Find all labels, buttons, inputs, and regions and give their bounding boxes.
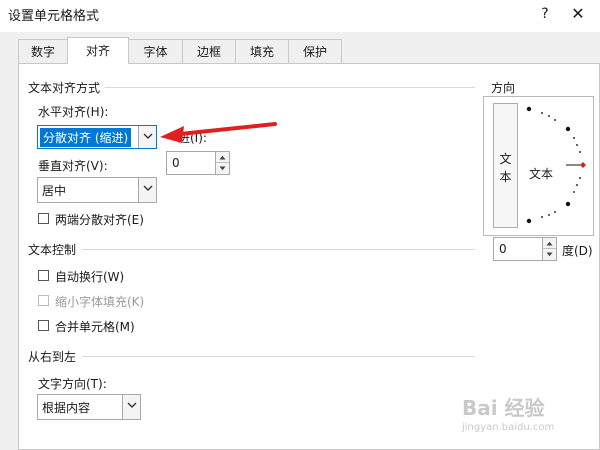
- section-right-to-left: 从右到左: [28, 350, 77, 364]
- indent-value: 0: [172, 156, 180, 170]
- merge-cells-label: 合并单元格(M): [55, 320, 135, 334]
- spin-up-icon[interactable]: [215, 152, 229, 163]
- wrap-text-label: 自动换行(W): [55, 270, 125, 284]
- help-button[interactable]: ?: [535, 4, 555, 24]
- section-text-alignment: 文本对齐方式: [28, 81, 101, 95]
- spin-down-icon[interactable]: [215, 163, 229, 174]
- tab-number[interactable]: 数字: [18, 39, 68, 63]
- section-divider: [82, 356, 475, 357]
- spin-down-icon[interactable]: [542, 249, 556, 260]
- justify-distributed-label: 两端分散对齐(E): [55, 213, 144, 227]
- text-direction-label: 文字方向(T):: [38, 377, 107, 391]
- dial-text: 文本: [529, 167, 554, 181]
- vertical-align-label: 垂直对齐(V):: [38, 159, 108, 173]
- degrees-spinner[interactable]: 0: [493, 237, 557, 261]
- degrees-label: 度(D): [562, 244, 593, 258]
- shrink-to-fit-label: 缩小字体填充(K): [55, 295, 145, 309]
- horizontal-align-value: 分散对齐 (缩进): [40, 128, 132, 147]
- section-divider: [82, 249, 475, 250]
- annotation-arrow-icon: [160, 122, 277, 143]
- tab-border[interactable]: 边框: [182, 39, 236, 63]
- section-orientation: 方向: [491, 81, 516, 95]
- tab-alignment[interactable]: 对齐: [67, 37, 129, 64]
- chevron-down-icon[interactable]: [138, 178, 156, 202]
- spin-up-icon[interactable]: [542, 238, 556, 249]
- vertical-align-select[interactable]: 居中: [37, 177, 157, 203]
- dialog-title: 设置单元格格式: [8, 9, 100, 24]
- wrap-text-checkbox[interactable]: [38, 270, 49, 281]
- justify-distributed-checkbox[interactable]: [38, 213, 49, 224]
- indent-spinner[interactable]: 0: [166, 151, 230, 175]
- dial-point: [526, 106, 532, 112]
- shrink-to-fit-checkbox: [38, 295, 49, 306]
- dial-point: [526, 218, 532, 224]
- horizontal-align-label: 水平对齐(H):: [38, 105, 109, 119]
- dial-point: [565, 126, 571, 132]
- close-button[interactable]: ✕: [566, 4, 590, 24]
- section-divider: [105, 87, 475, 88]
- text-direction-value: 根据内容: [42, 401, 91, 415]
- section-text-control: 文本控制: [28, 243, 77, 257]
- watermark-logo: Bai 经验: [462, 396, 545, 420]
- tab-protection[interactable]: 保护: [288, 39, 342, 63]
- text-direction-select[interactable]: 根据内容: [37, 394, 141, 420]
- dial-indicator[interactable]: [580, 162, 586, 168]
- dial-point: [565, 201, 571, 207]
- degrees-value: 0: [499, 242, 507, 256]
- vertical-align-value: 居中: [42, 184, 67, 198]
- watermark-url: jingyan.baidu.com: [462, 422, 555, 433]
- vertical-text-button[interactable]: 文 本: [493, 103, 518, 228]
- merge-cells-checkbox[interactable]: [38, 320, 49, 331]
- chevron-down-icon[interactable]: [122, 395, 140, 419]
- horizontal-align-select[interactable]: 分散对齐 (缩进): [37, 125, 157, 149]
- tab-fill[interactable]: 填充: [235, 39, 289, 63]
- vertical-text-char: 文: [499, 152, 512, 166]
- vertical-text-char: 本: [499, 170, 512, 184]
- tab-font[interactable]: 字体: [128, 39, 183, 63]
